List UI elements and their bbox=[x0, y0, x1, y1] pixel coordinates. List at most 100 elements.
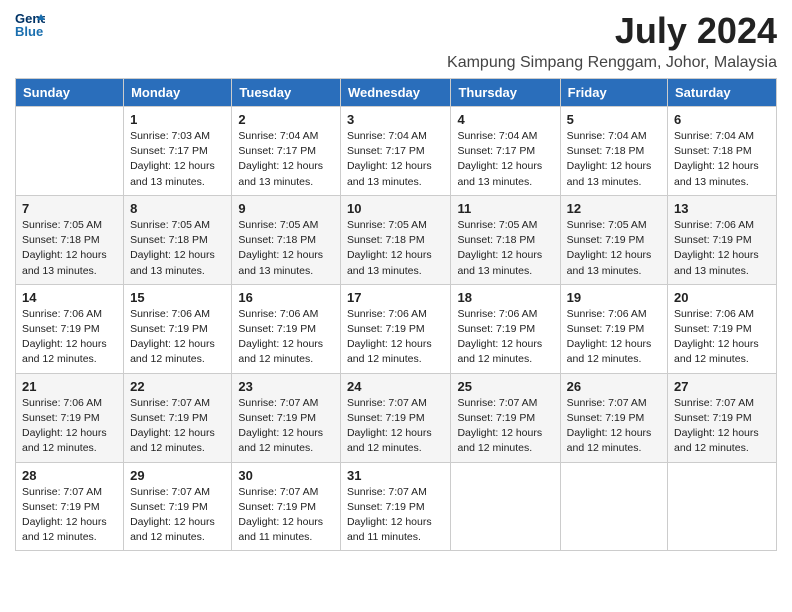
main-title: July 2024 bbox=[447, 10, 777, 52]
day-number: 29 bbox=[130, 468, 225, 483]
calendar-cell: 9 Sunrise: 7:05 AMSunset: 7:18 PMDaylight… bbox=[232, 195, 341, 284]
sunrise-text: Sunrise: 7:05 AM bbox=[567, 218, 661, 233]
calendar-cell: 20Sunrise: 7:06 AMSunset: 7:19 PMDayligh… bbox=[668, 284, 777, 373]
sunrise-text: Sunrise: 7:07 AM bbox=[347, 485, 445, 500]
daylight-text: Daylight: 12 hours and 12 minutes. bbox=[674, 337, 770, 367]
day-number: 21 bbox=[22, 379, 117, 394]
sunrise-text: Sunrise: 7:04 AM bbox=[457, 129, 553, 144]
day-info: Sunrise: 7:07 AMSunset: 7:19 PMDaylight:… bbox=[347, 396, 445, 457]
day-number: 15 bbox=[130, 290, 225, 305]
sunrise-text: Sunrise: 7:06 AM bbox=[130, 307, 225, 322]
day-info: Sunrise: 7:07 AMSunset: 7:19 PMDaylight:… bbox=[238, 396, 334, 457]
daylight-text: Daylight: 12 hours and 12 minutes. bbox=[674, 426, 770, 456]
calendar-cell bbox=[560, 462, 667, 551]
calendar-cell: 16 Sunrise: 7:06 AMSunset: 7:19 PMDayligh… bbox=[232, 284, 341, 373]
sunrise-text: Sunrise: 7:06 AM bbox=[238, 307, 334, 322]
day-info: Sunrise: 7:04 AMSunset: 7:18 PMDaylight:… bbox=[567, 129, 661, 190]
calendar-cell: 10Sunrise: 7:05 AMSunset: 7:18 PMDayligh… bbox=[340, 195, 451, 284]
daylight-text: Daylight: 12 hours and 13 minutes. bbox=[567, 159, 661, 189]
day-info: Sunrise: 7:05 AMSunset: 7:18 PMDaylight:… bbox=[238, 218, 334, 279]
daylight-text: Daylight: 12 hours and 13 minutes. bbox=[130, 159, 225, 189]
day-info: Sunrise: 7:06 AMSunset: 7:19 PMDaylight:… bbox=[22, 307, 117, 368]
day-info: Sunrise: 7:04 AMSunset: 7:18 PMDaylight:… bbox=[674, 129, 770, 190]
calendar-cell: 27Sunrise: 7:07 AMSunset: 7:19 PMDayligh… bbox=[668, 373, 777, 462]
day-number: 30 bbox=[238, 468, 334, 483]
day-number: 16 bbox=[238, 290, 334, 305]
day-info: Sunrise: 7:04 AMSunset: 7:17 PMDaylight:… bbox=[457, 129, 553, 190]
calendar-cell: 26Sunrise: 7:07 AMSunset: 7:19 PMDayligh… bbox=[560, 373, 667, 462]
calendar-cell: 19Sunrise: 7:06 AMSunset: 7:19 PMDayligh… bbox=[560, 284, 667, 373]
logo-icon: General Blue bbox=[15, 10, 45, 38]
col-header-wednesday: Wednesday bbox=[340, 79, 451, 107]
daylight-text: Daylight: 12 hours and 11 minutes. bbox=[347, 515, 445, 545]
day-info: Sunrise: 7:05 AMSunset: 7:18 PMDaylight:… bbox=[457, 218, 553, 279]
sunrise-text: Sunrise: 7:06 AM bbox=[22, 307, 117, 322]
daylight-text: Daylight: 12 hours and 13 minutes. bbox=[457, 159, 553, 189]
day-number: 23 bbox=[238, 379, 334, 394]
col-header-saturday: Saturday bbox=[668, 79, 777, 107]
calendar-cell: 24Sunrise: 7:07 AMSunset: 7:19 PMDayligh… bbox=[340, 373, 451, 462]
calendar: SundayMondayTuesdayWednesdayThursdayFrid… bbox=[15, 78, 777, 551]
sunset-text: Sunset: 7:17 PM bbox=[238, 144, 334, 159]
sunset-text: Sunset: 7:18 PM bbox=[347, 233, 445, 248]
daylight-text: Daylight: 12 hours and 12 minutes. bbox=[130, 426, 225, 456]
calendar-cell: 12Sunrise: 7:05 AMSunset: 7:19 PMDayligh… bbox=[560, 195, 667, 284]
day-number: 28 bbox=[22, 468, 117, 483]
day-info: Sunrise: 7:07 AMSunset: 7:19 PMDaylight:… bbox=[238, 485, 334, 546]
day-number: 9 bbox=[238, 201, 334, 216]
sunset-text: Sunset: 7:18 PM bbox=[457, 233, 553, 248]
daylight-text: Daylight: 12 hours and 12 minutes. bbox=[238, 337, 334, 367]
col-header-friday: Friday bbox=[560, 79, 667, 107]
sunset-text: Sunset: 7:17 PM bbox=[457, 144, 553, 159]
calendar-cell: 13Sunrise: 7:06 AMSunset: 7:19 PMDayligh… bbox=[668, 195, 777, 284]
day-info: Sunrise: 7:07 AMSunset: 7:19 PMDaylight:… bbox=[347, 485, 445, 546]
sunset-text: Sunset: 7:19 PM bbox=[567, 322, 661, 337]
day-number: 8 bbox=[130, 201, 225, 216]
sunset-text: Sunset: 7:19 PM bbox=[130, 322, 225, 337]
daylight-text: Daylight: 12 hours and 12 minutes. bbox=[347, 337, 445, 367]
day-number: 4 bbox=[457, 112, 553, 127]
day-number: 22 bbox=[130, 379, 225, 394]
calendar-week-row: 28Sunrise: 7:07 AMSunset: 7:19 PMDayligh… bbox=[16, 462, 777, 551]
day-number: 27 bbox=[674, 379, 770, 394]
day-number: 11 bbox=[457, 201, 553, 216]
sunset-text: Sunset: 7:17 PM bbox=[347, 144, 445, 159]
sunrise-text: Sunrise: 7:06 AM bbox=[457, 307, 553, 322]
calendar-cell: 18Sunrise: 7:06 AMSunset: 7:19 PMDayligh… bbox=[451, 284, 560, 373]
sunrise-text: Sunrise: 7:07 AM bbox=[238, 485, 334, 500]
header: General Blue July 2024 Kampung Simpang R… bbox=[15, 10, 777, 72]
sunset-text: Sunset: 7:18 PM bbox=[22, 233, 117, 248]
sunrise-text: Sunrise: 7:06 AM bbox=[674, 307, 770, 322]
sunrise-text: Sunrise: 7:07 AM bbox=[238, 396, 334, 411]
day-number: 25 bbox=[457, 379, 553, 394]
day-info: Sunrise: 7:06 AMSunset: 7:19 PMDaylight:… bbox=[238, 307, 334, 368]
calendar-cell: 22Sunrise: 7:07 AMSunset: 7:19 PMDayligh… bbox=[124, 373, 232, 462]
day-info: Sunrise: 7:05 AMSunset: 7:19 PMDaylight:… bbox=[567, 218, 661, 279]
day-number: 2 bbox=[238, 112, 334, 127]
daylight-text: Daylight: 12 hours and 13 minutes. bbox=[347, 159, 445, 189]
sunrise-text: Sunrise: 7:04 AM bbox=[347, 129, 445, 144]
col-header-tuesday: Tuesday bbox=[232, 79, 341, 107]
sunrise-text: Sunrise: 7:05 AM bbox=[347, 218, 445, 233]
sunrise-text: Sunrise: 7:03 AM bbox=[130, 129, 225, 144]
daylight-text: Daylight: 12 hours and 13 minutes. bbox=[130, 248, 225, 278]
sunrise-text: Sunrise: 7:06 AM bbox=[567, 307, 661, 322]
calendar-cell: 23 Sunrise: 7:07 AMSunset: 7:19 PMDayligh… bbox=[232, 373, 341, 462]
col-header-sunday: Sunday bbox=[16, 79, 124, 107]
daylight-text: Daylight: 12 hours and 12 minutes. bbox=[457, 426, 553, 456]
sunset-text: Sunset: 7:19 PM bbox=[238, 500, 334, 515]
day-info: Sunrise: 7:06 AMSunset: 7:19 PMDaylight:… bbox=[674, 307, 770, 368]
calendar-cell: 7Sunrise: 7:05 AMSunset: 7:18 PMDaylight… bbox=[16, 195, 124, 284]
sunset-text: Sunset: 7:19 PM bbox=[130, 500, 225, 515]
day-number: 13 bbox=[674, 201, 770, 216]
sunset-text: Sunset: 7:19 PM bbox=[457, 322, 553, 337]
day-info: Sunrise: 7:06 AMSunset: 7:19 PMDaylight:… bbox=[347, 307, 445, 368]
day-info: Sunrise: 7:04 AMSunset: 7:17 PMDaylight:… bbox=[347, 129, 445, 190]
sunset-text: Sunset: 7:19 PM bbox=[238, 411, 334, 426]
day-info: Sunrise: 7:05 AMSunset: 7:18 PMDaylight:… bbox=[347, 218, 445, 279]
sunset-text: Sunset: 7:19 PM bbox=[674, 233, 770, 248]
daylight-text: Daylight: 12 hours and 12 minutes. bbox=[22, 337, 117, 367]
calendar-cell bbox=[16, 107, 124, 196]
calendar-week-row: 14Sunrise: 7:06 AMSunset: 7:19 PMDayligh… bbox=[16, 284, 777, 373]
calendar-cell: 3Sunrise: 7:04 AMSunset: 7:17 PMDaylight… bbox=[340, 107, 451, 196]
